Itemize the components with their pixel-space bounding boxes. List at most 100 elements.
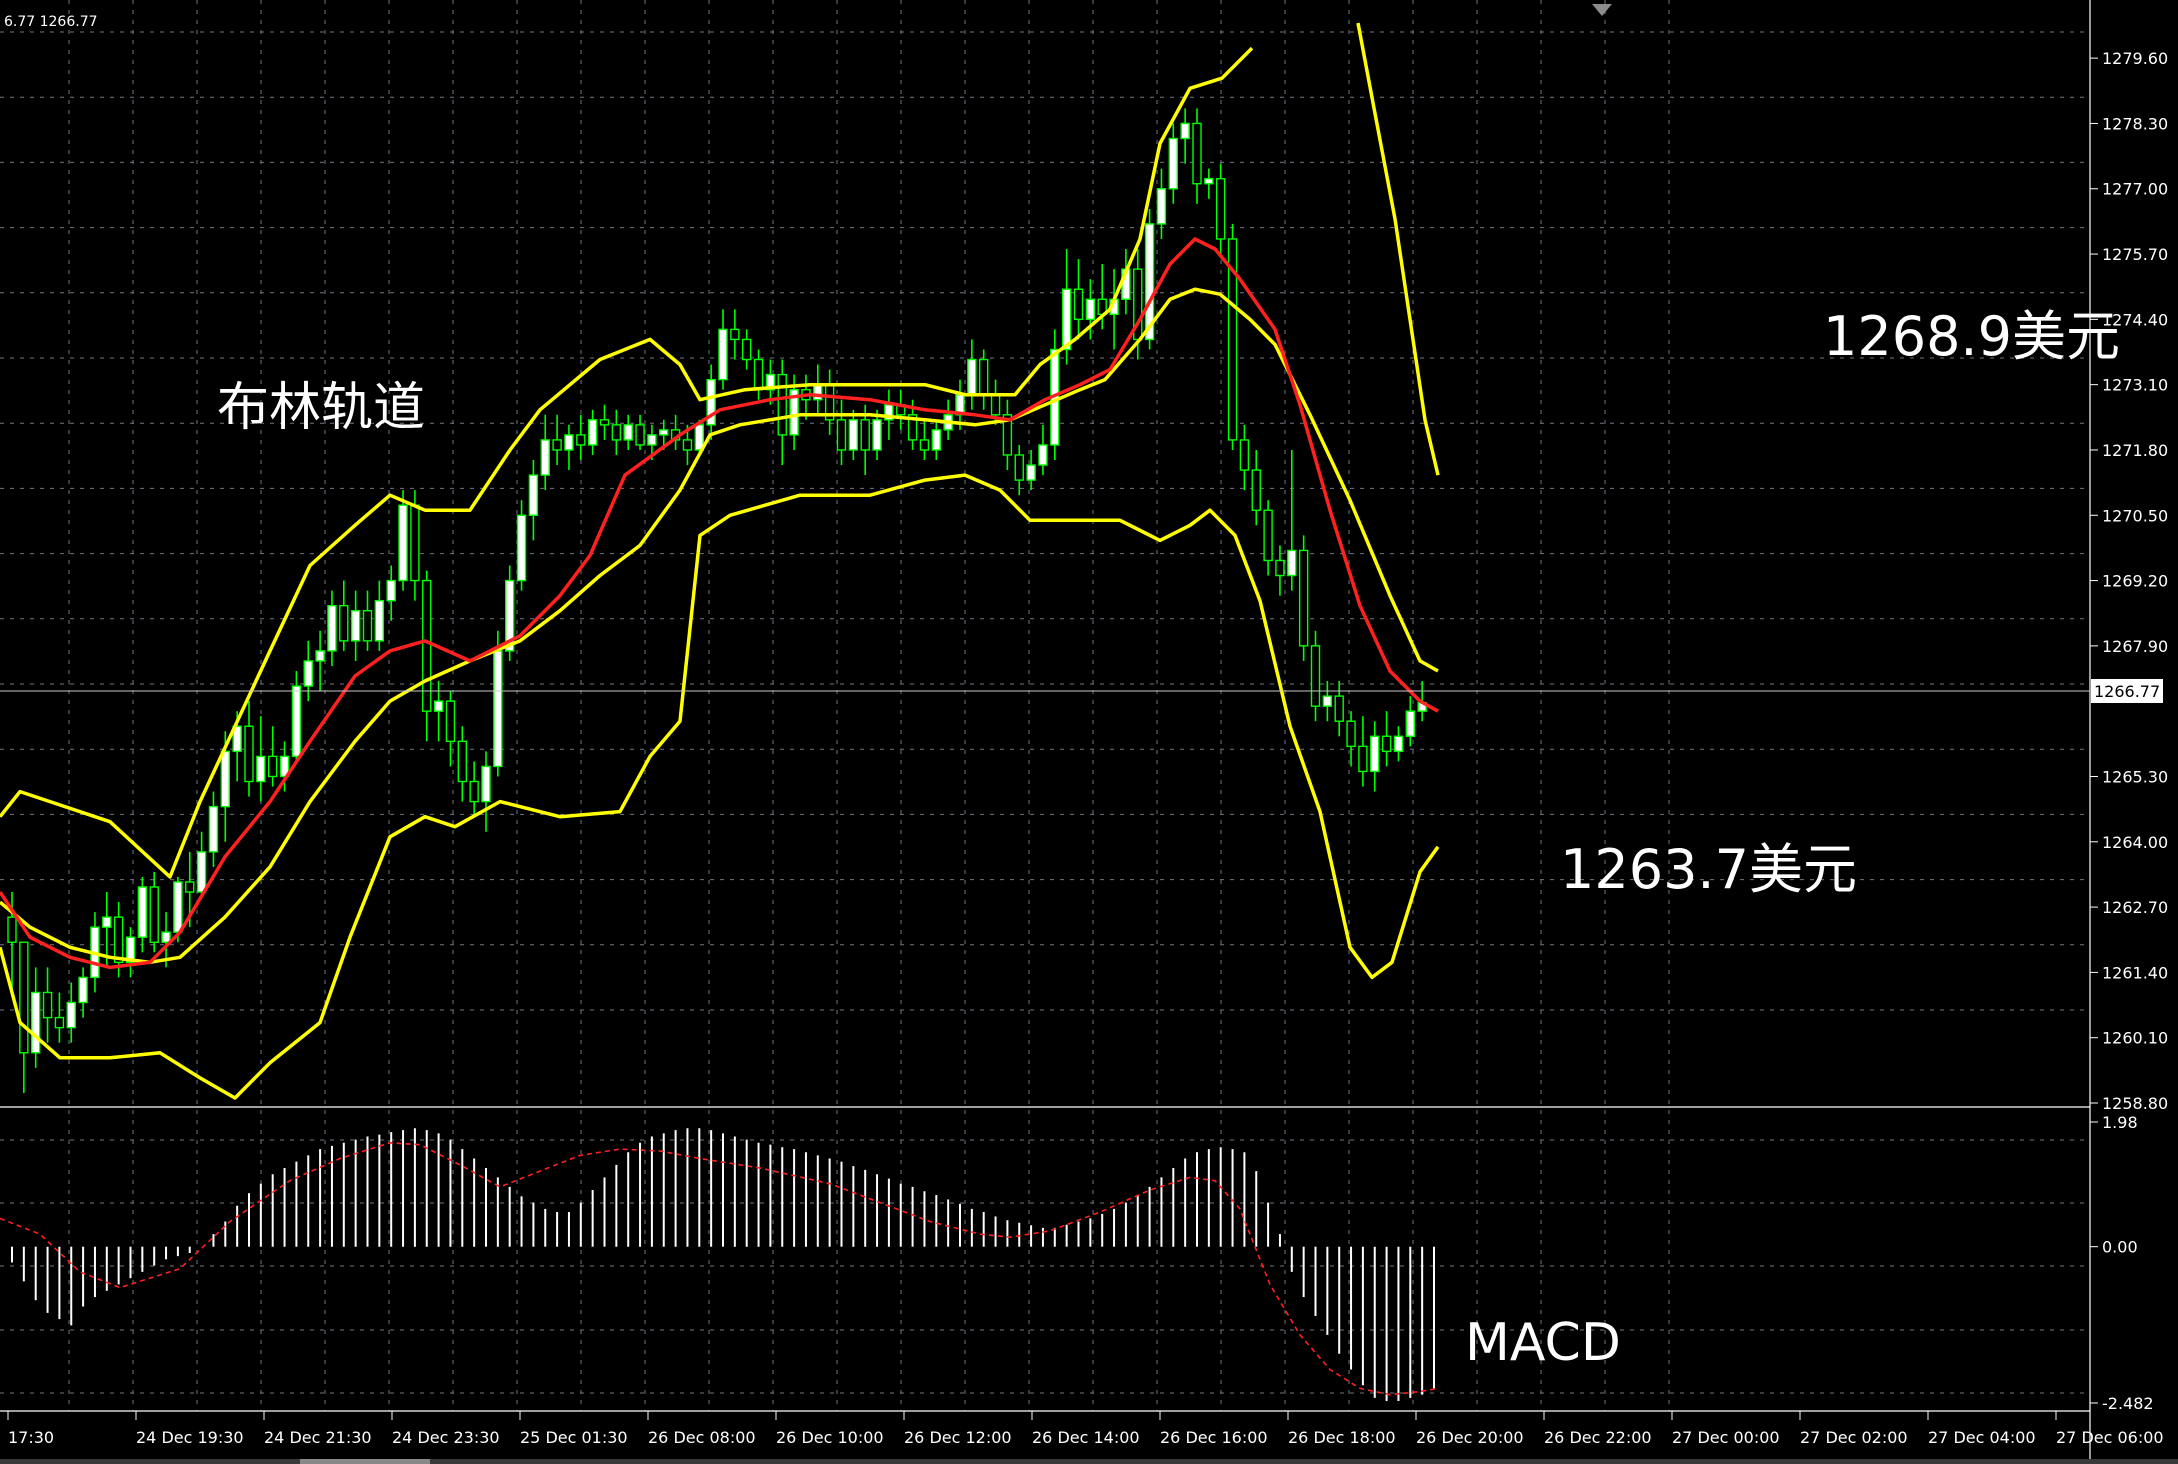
price-tick-label: 1262.70	[2102, 898, 2168, 917]
candle-body	[1334, 695, 1344, 722]
price-tick-label: 1278.30	[2102, 114, 2168, 133]
price-tick-label: 1277.00	[2102, 180, 2168, 199]
time-tick-label: 26 Dec 08:00	[648, 1428, 756, 1447]
candle-body	[587, 419, 598, 446]
time-tick-label: 27 Dec 00:00	[1672, 1428, 1780, 1447]
candle-body	[457, 740, 467, 783]
time-tick-label: 24 Dec 21:30	[264, 1428, 372, 1447]
candle-body	[1038, 444, 1048, 466]
candle-body	[469, 780, 479, 803]
annotation-macd: MACD	[1465, 1313, 1621, 1373]
scrollbar-thumb[interactable]	[300, 1459, 430, 1464]
candle-body	[350, 610, 361, 642]
candle-body	[1263, 509, 1273, 562]
candle-body	[813, 383, 823, 401]
time-tick-label: 26 Dec 18:00	[1288, 1428, 1396, 1447]
candle-body	[1287, 549, 1297, 577]
candle-body	[445, 700, 456, 743]
candle-body	[386, 579, 396, 602]
price-tick-label: 1270.50	[2102, 506, 2168, 525]
candle-body	[1061, 288, 1072, 351]
candle-body	[315, 650, 325, 662]
candle-body	[339, 604, 349, 642]
candle-body	[718, 328, 728, 381]
time-tick-label: 27 Dec 06:00	[2056, 1428, 2164, 1447]
candle-body	[1298, 549, 1309, 647]
candle-body	[1322, 695, 1333, 707]
price-tick-label: 1258.80	[2102, 1094, 2168, 1113]
candle-body	[102, 916, 112, 928]
candle-body	[149, 886, 159, 943]
candle-body	[552, 439, 562, 451]
candle-body	[161, 931, 171, 943]
candle-body	[1381, 735, 1392, 753]
candle-body	[362, 610, 373, 642]
candle-body	[1156, 188, 1167, 225]
candle-body	[1192, 122, 1202, 185]
time-tick-label: 17:30	[8, 1428, 54, 1447]
time-tick-label: 26 Dec 16:00	[1160, 1428, 1268, 1447]
price-tick-label: 1279.60	[2102, 49, 2168, 68]
candle-body	[647, 434, 657, 446]
candle-body	[1014, 454, 1024, 481]
candle-body	[493, 650, 503, 768]
time-tick-label: 26 Dec 14:00	[1032, 1428, 1140, 1447]
candle-body	[31, 991, 41, 1054]
time-tick-label: 27 Dec 02:00	[1800, 1428, 1908, 1447]
candle-body	[730, 328, 740, 341]
candle-body	[303, 660, 313, 687]
candle-body	[540, 439, 550, 476]
chart-header: 6.77 1266.77	[4, 14, 98, 30]
candle-body	[1275, 559, 1285, 577]
candle-body	[196, 851, 207, 893]
candle-body	[433, 700, 444, 712]
macd-tick-label: -2.482	[2102, 1394, 2154, 1413]
candle-body	[1310, 645, 1321, 707]
annotation-upper: 1268.9美元	[1823, 305, 2120, 368]
time-tick-label: 26 Dec 10:00	[776, 1428, 884, 1447]
candle-body	[1239, 439, 1250, 471]
candle-body	[185, 881, 195, 893]
candle-body	[528, 474, 539, 516]
candle-body	[682, 439, 693, 451]
candle-body	[374, 599, 385, 642]
candle-body	[990, 394, 1001, 416]
candle-body	[777, 373, 787, 436]
macd-tick-label: 1.98	[2102, 1113, 2138, 1132]
price-chart[interactable]: 1279.601278.301277.001275.701274.401273.…	[0, 0, 2178, 1464]
candle-body	[623, 424, 633, 441]
candle-body	[1370, 735, 1380, 773]
candle-body	[872, 419, 882, 451]
price-tick-label: 1267.90	[2102, 637, 2168, 656]
candle-body	[1026, 464, 1036, 481]
price-tick-label: 1260.10	[2102, 1029, 2168, 1048]
candle-body	[19, 941, 29, 1054]
candle-body	[1180, 122, 1190, 140]
candle-body	[1073, 288, 1084, 321]
candle-body	[979, 358, 989, 396]
candle-body	[611, 424, 622, 441]
candle-body	[599, 419, 610, 426]
candle-body	[327, 604, 337, 652]
candle-body	[576, 434, 586, 446]
candle-body	[291, 685, 302, 758]
time-tick-label: 24 Dec 23:30	[392, 1428, 500, 1447]
candle-body	[659, 429, 669, 436]
candle-body	[848, 419, 859, 451]
candle-body	[919, 439, 930, 451]
candle-body	[1393, 735, 1404, 753]
price-tick-label: 1265.30	[2102, 767, 2168, 786]
annotation-bollinger: 布林轨道	[217, 378, 425, 438]
macd-tick-label: 0.00	[2102, 1238, 2138, 1257]
time-tick-label: 26 Dec 20:00	[1416, 1428, 1524, 1447]
time-tick-label: 26 Dec 22:00	[1544, 1428, 1652, 1447]
price-tick-label: 1264.00	[2102, 833, 2168, 852]
candle-body	[836, 419, 847, 451]
candle-body	[42, 991, 53, 1019]
candle-body	[1204, 178, 1214, 185]
candle-body	[137, 886, 148, 938]
annotation-lower: 1263.7美元	[1560, 838, 1857, 901]
candle-body	[481, 765, 491, 803]
candle-body	[1405, 710, 1416, 737]
candle-body	[635, 424, 645, 446]
